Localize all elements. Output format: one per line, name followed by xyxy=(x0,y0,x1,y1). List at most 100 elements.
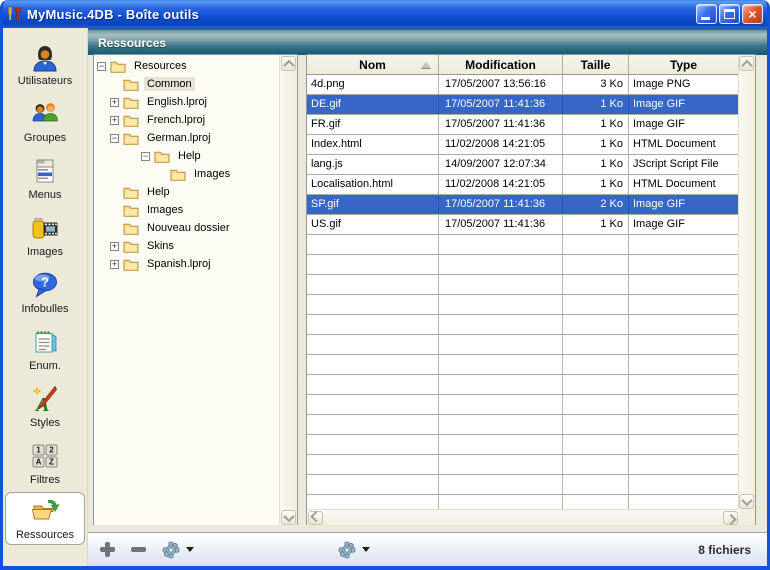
tree-expander[interactable]: + xyxy=(110,260,119,269)
scroll-down-button[interactable] xyxy=(739,494,754,509)
column-header-modification[interactable]: Modification xyxy=(439,55,563,74)
tree-item[interactable]: + French.lproj xyxy=(95,111,279,129)
table-row[interactable] xyxy=(307,455,739,475)
tree-item[interactable]: + Spanish.lproj xyxy=(95,255,279,273)
action-menu-button[interactable] xyxy=(162,541,194,559)
cell-nom xyxy=(307,235,439,254)
scroll-left-button[interactable] xyxy=(308,511,323,525)
tree-scrollbar[interactable] xyxy=(279,55,297,526)
table-row[interactable]: FR.gif 17/05/2007 11:41:36 1 Ko Image GI… xyxy=(307,115,739,135)
column-header-nom[interactable]: Nom xyxy=(307,55,439,74)
table-row[interactable]: SP.gif 17/05/2007 11:41:36 2 Ko Image GI… xyxy=(307,195,739,215)
cell-type xyxy=(629,435,739,454)
table-row[interactable]: Index.html 11/02/2008 14:21:05 1 Ko HTML… xyxy=(307,135,739,155)
cell-taille xyxy=(563,295,629,314)
paintbrush-icon: A xyxy=(30,384,60,414)
cell-modification xyxy=(439,255,563,274)
sidebar-item-enum[interactable]: Enum. xyxy=(3,321,87,378)
cell-modification xyxy=(439,355,563,374)
tree-item[interactable]: − German.lproj xyxy=(95,129,279,147)
cell-type xyxy=(629,475,739,494)
tree-item[interactable]: Images xyxy=(95,201,279,219)
sidebar-item-filtres[interactable]: 12 AZ Filtres xyxy=(3,435,87,492)
tree-item[interactable]: + Skins xyxy=(95,237,279,255)
table-vertical-scrollbar[interactable] xyxy=(738,55,755,510)
sidebar-item-menus[interactable]: Menus xyxy=(3,150,87,207)
table-row[interactable]: 4d.png 17/05/2007 13:56:16 3 Ko Image PN… xyxy=(307,75,739,95)
tree-item[interactable]: + English.lproj xyxy=(95,93,279,111)
app-window: MyMusic.4DB - Boîte outils × Utilisateur… xyxy=(0,0,770,570)
film-roll-icon xyxy=(30,213,60,243)
cell-type xyxy=(629,495,739,510)
cell-taille xyxy=(563,275,629,294)
cell-nom: Index.html xyxy=(307,135,439,154)
scroll-down-button[interactable] xyxy=(281,510,296,525)
table-row[interactable]: DE.gif 17/05/2007 11:41:36 1 Ko Image GI… xyxy=(307,95,739,115)
table-row[interactable]: lang.js 14/09/2007 12:07:34 1 Ko JScript… xyxy=(307,155,739,175)
table-row[interactable] xyxy=(307,435,739,455)
table-row[interactable] xyxy=(307,355,739,375)
table-row[interactable] xyxy=(307,375,739,395)
cell-type: HTML Document xyxy=(629,135,739,154)
table-row[interactable] xyxy=(307,315,739,335)
cell-nom: DE.gif xyxy=(307,95,439,114)
table-row[interactable]: Localisation.html 11/02/2008 14:21:05 1 … xyxy=(307,175,739,195)
scroll-right-button[interactable] xyxy=(723,511,738,525)
tree-expander[interactable]: − xyxy=(141,152,150,161)
sidebar-item-groupes[interactable]: Groupes xyxy=(3,93,87,150)
table-row[interactable]: US.gif 17/05/2007 11:41:36 1 Ko Image GI… xyxy=(307,215,739,235)
tree-item-label: German.lproj xyxy=(144,131,214,145)
tree-item[interactable]: − Resources xyxy=(95,57,279,75)
column-header-taille[interactable]: Taille xyxy=(563,55,629,74)
table-row[interactable] xyxy=(307,255,739,275)
tree-item[interactable]: − Help xyxy=(95,147,279,165)
sidebar-item-label: Filtres xyxy=(30,474,60,486)
cell-modification: 17/05/2007 11:41:36 xyxy=(439,115,563,134)
table-row[interactable] xyxy=(307,475,739,495)
sidebar-item-styles[interactable]: A Styles xyxy=(3,378,87,435)
tree-item[interactable]: Common xyxy=(95,75,279,93)
folder-icon xyxy=(123,96,139,109)
bottom-toolbar: 8 fichiers xyxy=(88,532,767,566)
table-row[interactable] xyxy=(307,295,739,315)
sidebar-item-ressources[interactable]: Ressources xyxy=(5,492,85,545)
chevron-down-icon xyxy=(283,510,294,521)
scroll-up-button[interactable] xyxy=(281,56,296,71)
tree-item[interactable]: Nouveau dossier xyxy=(95,219,279,237)
close-icon: × xyxy=(743,5,762,23)
table-row[interactable] xyxy=(307,495,739,510)
tree-expander[interactable]: + xyxy=(110,116,119,125)
remove-button[interactable] xyxy=(131,547,146,552)
tree-expander[interactable]: − xyxy=(110,134,119,143)
options-menu-button[interactable] xyxy=(338,541,370,559)
close-button[interactable]: × xyxy=(742,4,763,24)
sidebar-item-infobulles[interactable]: ? Infobulles xyxy=(3,264,87,321)
scroll-up-button[interactable] xyxy=(739,56,754,71)
tree-item[interactable]: Help xyxy=(95,183,279,201)
maximize-button[interactable] xyxy=(719,4,740,24)
table-row[interactable] xyxy=(307,335,739,355)
table-horizontal-scrollbar[interactable] xyxy=(307,509,739,526)
cell-nom xyxy=(307,315,439,334)
cell-taille xyxy=(563,315,629,334)
cell-nom xyxy=(307,355,439,374)
tree-expander[interactable]: − xyxy=(97,62,106,71)
table-row[interactable] xyxy=(307,275,739,295)
minimize-button[interactable] xyxy=(696,4,717,24)
cell-nom xyxy=(307,435,439,454)
sidebar-item-images[interactable]: Images xyxy=(3,207,87,264)
cell-taille xyxy=(563,415,629,434)
table-row[interactable] xyxy=(307,395,739,415)
column-header-type[interactable]: Type xyxy=(629,55,739,74)
tree-expander[interactable]: + xyxy=(110,98,119,107)
sort-asc-icon xyxy=(421,62,431,68)
tree-expander[interactable]: + xyxy=(110,242,119,251)
sidebar-item-utilisateurs[interactable]: Utilisateurs xyxy=(3,36,87,93)
titlebar[interactable]: MyMusic.4DB - Boîte outils × xyxy=(0,0,770,28)
tree-item[interactable]: Images xyxy=(95,165,279,183)
add-button[interactable] xyxy=(100,542,115,557)
svg-text:1: 1 xyxy=(36,446,41,455)
cell-taille: 1 Ko xyxy=(563,175,629,194)
table-row[interactable] xyxy=(307,415,739,435)
table-row[interactable] xyxy=(307,235,739,255)
